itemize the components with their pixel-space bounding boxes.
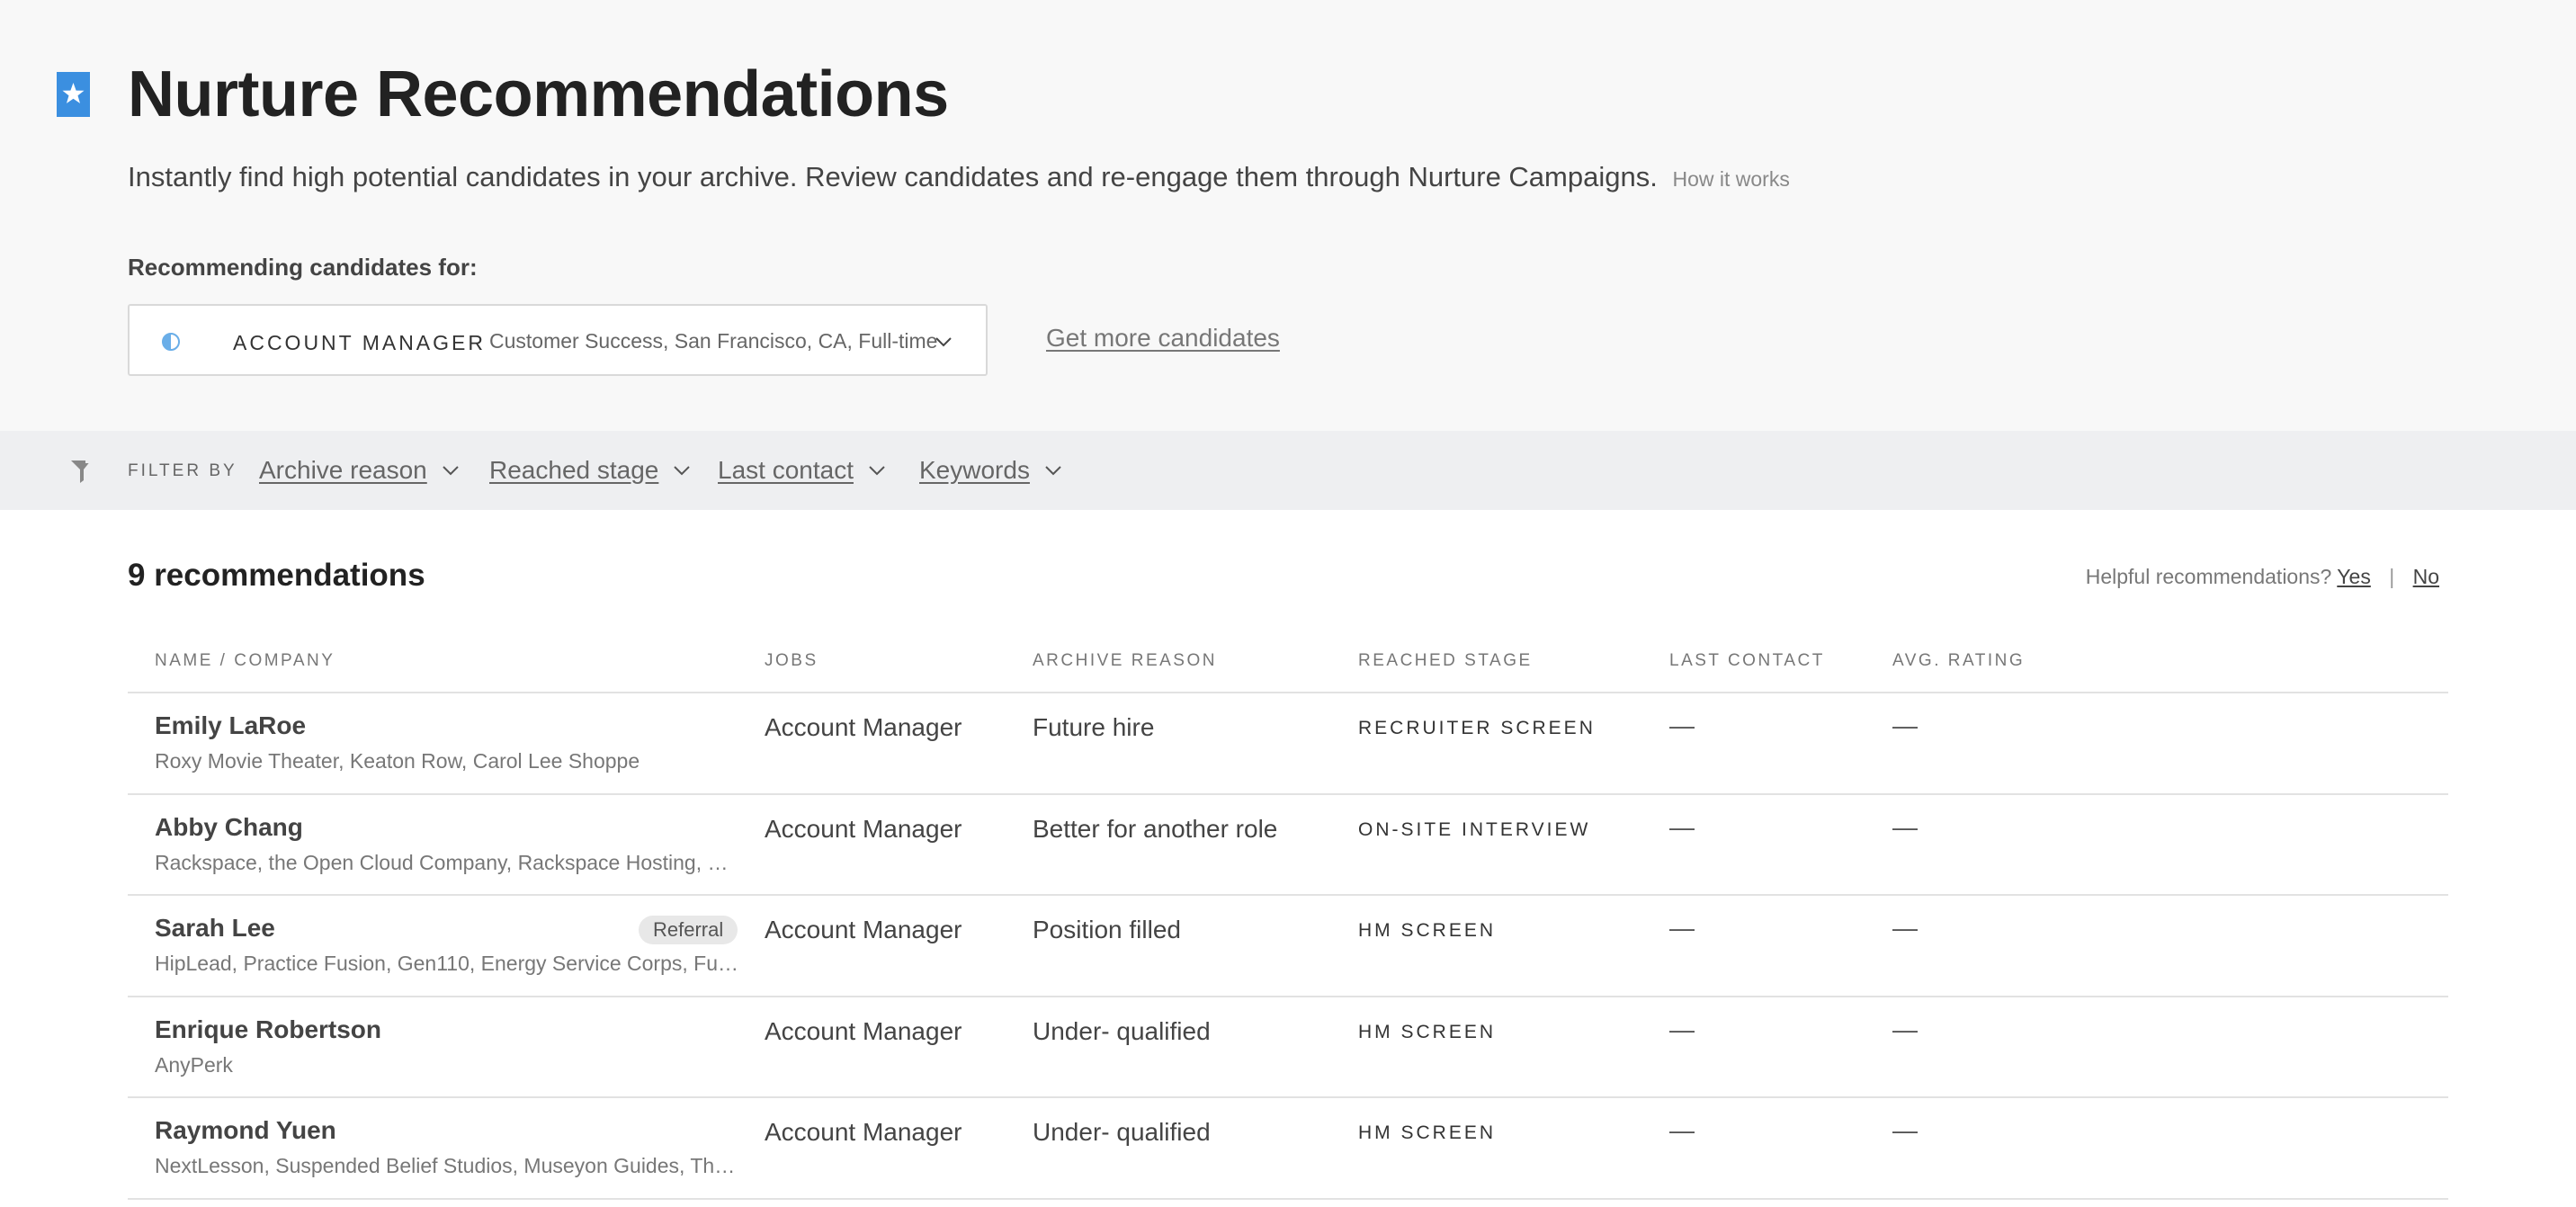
reached-stage-cell: ON-SITE INTERVIEW xyxy=(1358,818,1591,840)
job-cell: Account Manager xyxy=(765,916,962,943)
table-header: NAME / COMPANY JOBS ARCHIVE REASON REACH… xyxy=(128,630,2448,693)
avg-rating-cell: — xyxy=(1892,812,1918,841)
candidate-companies: NextLesson, Suspended Belief Studios, Mu… xyxy=(155,1154,739,1177)
table-row[interactable]: Emily LaRoe Roxy Movie Theater, Keaton R… xyxy=(128,693,2448,795)
filter-last-contact[interactable]: Last contact xyxy=(718,452,886,488)
page-description: Instantly find high potential candidates… xyxy=(128,159,1790,197)
get-more-candidates-link[interactable]: Get more candidates xyxy=(1046,324,1280,353)
chevron-down-icon xyxy=(869,466,885,476)
table-row[interactable]: Abby Chang Rackspace, the Open Cloud Com… xyxy=(128,795,2448,896)
job-name: ACCOUNT MANAGER xyxy=(233,331,486,354)
candidate-companies: Roxy Movie Theater, Keaton Row, Carol Le… xyxy=(155,749,640,773)
avg-rating-cell: — xyxy=(1892,914,1918,942)
reached-stage-cell: HM SCREEN xyxy=(1358,1021,1497,1042)
column-header-jobs[interactable]: JOBS xyxy=(765,651,818,671)
helpful-feedback: Helpful recommendations? Yes | No xyxy=(2086,565,2439,589)
recommendations-count: 9 recommendations xyxy=(128,558,425,593)
reached-stage-cell: HM SCREEN xyxy=(1358,920,1497,941)
separator: | xyxy=(2389,565,2395,588)
column-header-reached-stage[interactable]: REACHED STAGE xyxy=(1358,651,1533,671)
filter-reached-stage[interactable]: Reached stage xyxy=(489,452,691,488)
archive-reason-cell: Future hire xyxy=(1033,713,1155,741)
last-contact-cell: — xyxy=(1669,812,1695,841)
archive-reason-cell: Under- qualified xyxy=(1033,1118,1211,1146)
filter-label: Archive reason xyxy=(259,456,427,484)
candidate-companies: HipLead, Practice Fusion, Gen110, Energy… xyxy=(155,952,739,975)
avg-rating-cell: — xyxy=(1892,1015,1918,1043)
avg-rating-cell: — xyxy=(1892,711,1918,739)
chevron-down-icon xyxy=(1045,466,1061,476)
candidate-name[interactable]: Emily LaRoe xyxy=(155,711,306,740)
filter-funnel-icon xyxy=(71,460,93,483)
archive-reason-cell: Better for another role xyxy=(1033,814,1278,843)
helpful-yes-link[interactable]: Yes xyxy=(2337,565,2371,588)
last-contact-cell: — xyxy=(1669,1116,1695,1144)
page-header: Nurture Recommendations Instantly find h… xyxy=(0,0,2576,431)
column-header-archive-reason[interactable]: ARCHIVE REASON xyxy=(1033,651,1217,671)
job-cell: Account Manager xyxy=(765,1016,962,1045)
table-row[interactable]: Sarah Lee Referral HipLead, Practice Fus… xyxy=(128,896,2448,997)
column-header-avg-rating[interactable]: AVG. RATING xyxy=(1892,651,2025,671)
avg-rating-cell: — xyxy=(1892,1116,1918,1144)
filter-bar: FILTER BY Archive reason Reached stage L… xyxy=(0,431,2576,510)
candidate-name[interactable]: Enrique Robertson xyxy=(155,1015,381,1044)
column-header-last-contact[interactable]: LAST CONTACT xyxy=(1669,651,1825,671)
candidate-name[interactable]: Raymond Yuen xyxy=(155,1116,336,1145)
half-circle-status-icon xyxy=(162,333,180,351)
table-body: Emily LaRoe Roxy Movie Theater, Keaton R… xyxy=(128,693,2448,1200)
candidate-name[interactable]: Sarah Lee xyxy=(155,914,275,943)
reached-stage-cell: RECRUITER SCREEN xyxy=(1358,718,1596,738)
chevron-down-icon xyxy=(443,466,459,476)
how-it-works-link[interactable]: How it works xyxy=(1672,167,1789,191)
candidate-companies: AnyPerk xyxy=(155,1052,233,1077)
archive-reason-cell: Under- qualified xyxy=(1033,1016,1211,1045)
filter-keywords[interactable]: Keywords xyxy=(919,452,1062,488)
filter-label: Keywords xyxy=(919,456,1030,484)
filter-archive-reason[interactable]: Archive reason xyxy=(259,452,460,488)
table-row[interactable]: Raymond Yuen NextLesson, Suspended Belie… xyxy=(128,1098,2448,1200)
page-title: Nurture Recommendations xyxy=(128,58,949,130)
helpful-label: Helpful recommendations? xyxy=(2085,565,2332,588)
chevron-down-icon xyxy=(935,337,952,347)
candidate-name[interactable]: Abby Chang xyxy=(155,813,303,842)
last-contact-cell: — xyxy=(1669,1015,1695,1043)
job-cell: Account Manager xyxy=(765,814,962,843)
archive-reason-cell: Position filled xyxy=(1033,916,1181,943)
referral-badge: Referral xyxy=(639,916,738,944)
job-cell: Account Manager xyxy=(765,1118,962,1146)
job-cell: Account Manager xyxy=(765,713,962,741)
job-select-dropdown[interactable]: ACCOUNT MANAGER Customer Success, San Fr… xyxy=(128,304,988,376)
filter-label: Last contact xyxy=(718,456,854,484)
bookmark-star-icon xyxy=(57,72,90,117)
chevron-down-icon xyxy=(674,466,691,476)
recommending-label: Recommending candidates for: xyxy=(128,254,478,281)
job-meta: Customer Success, San Francisco, CA, Ful… xyxy=(489,329,938,353)
column-header-name[interactable]: NAME / COMPANY xyxy=(155,651,335,671)
description-text: Instantly find high potential candidates… xyxy=(128,161,1658,192)
recommendations-table: NAME / COMPANY JOBS ARCHIVE REASON REACH… xyxy=(128,630,2448,1200)
last-contact-cell: — xyxy=(1669,914,1695,942)
table-row[interactable]: Enrique Robertson AnyPerk Account Manage… xyxy=(128,997,2448,1098)
last-contact-cell: — xyxy=(1669,711,1695,739)
reached-stage-cell: HM SCREEN xyxy=(1358,1122,1497,1143)
candidate-companies: Rackspace, the Open Cloud Company, Racks… xyxy=(155,850,739,874)
filter-label: Reached stage xyxy=(489,456,659,484)
helpful-no-link[interactable]: No xyxy=(2413,565,2439,588)
filter-by-label: FILTER BY xyxy=(128,461,237,480)
